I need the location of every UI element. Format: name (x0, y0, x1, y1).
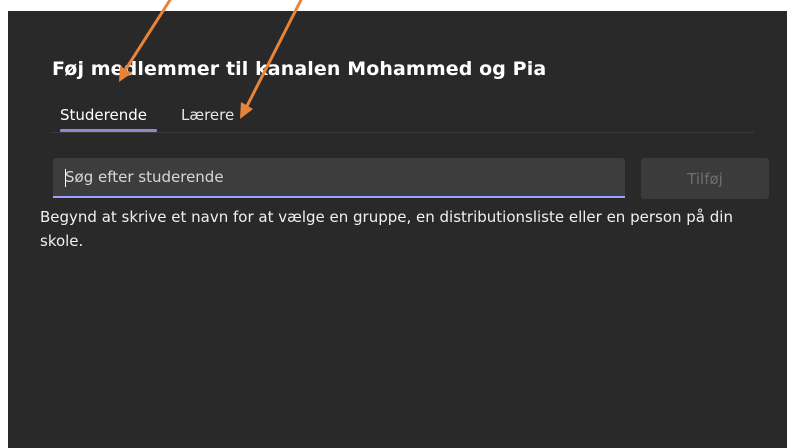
add-button[interactable]: Tilføj (641, 158, 769, 199)
add-members-dialog: Føj medlemmer til kanalen Mohammed og Pi… (8, 11, 787, 448)
active-tab-indicator (60, 129, 157, 132)
tab-studerende[interactable]: Studerende (60, 106, 147, 130)
text-cursor (65, 169, 66, 187)
dialog-title: Føj medlemmer til kanalen Mohammed og Pi… (52, 58, 547, 80)
hint-text: Begynd at skrive et navn for at vælge en… (40, 208, 733, 250)
member-type-tabs: Studerende Lærere (52, 106, 754, 133)
search-input[interactable] (65, 158, 615, 196)
screenshot-page: Føj medlemmer til kanalen Mohammed og Pi… (0, 0, 787, 448)
search-field[interactable] (53, 158, 625, 198)
tab-laerere[interactable]: Lærere (181, 106, 234, 130)
